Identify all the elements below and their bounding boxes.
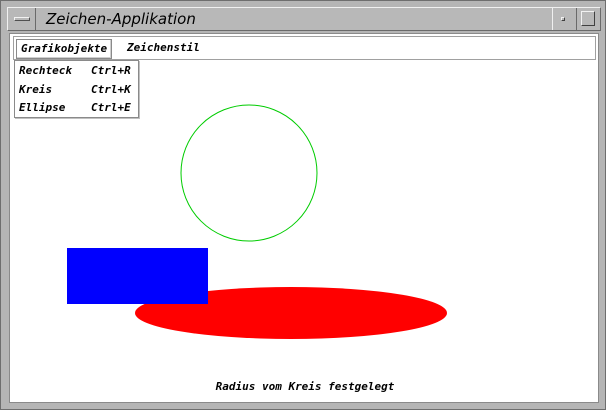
- green-circle: [180, 104, 318, 242]
- window-title: Zeichen-Applikation: [46, 10, 196, 28]
- grafikobjekte-dropdown: Rechteck Ctrl+R Kreis Ctrl+K Ellipse Ctr…: [14, 60, 139, 118]
- title-bar[interactable]: Zeichen-Applikation: [7, 7, 601, 31]
- minimize-icon: [561, 17, 565, 21]
- menu-item-shortcut: Ctrl+R: [91, 64, 131, 77]
- menu-item-ellipse[interactable]: Ellipse Ctrl+E: [15, 99, 138, 117]
- menu-grafikobjekte[interactable]: Grafikobjekte: [16, 39, 113, 59]
- menu-item-shortcut: Ctrl+E: [91, 101, 131, 114]
- minimize-button[interactable]: [552, 8, 574, 30]
- menu-item-label: Rechteck: [19, 64, 72, 77]
- status-text: Radius vom Kreis festgelegt: [215, 380, 395, 393]
- window-menu-button[interactable]: [8, 8, 36, 30]
- maximize-button[interactable]: [576, 8, 600, 30]
- drawing-area[interactable]: Grafikobjekte Zeichenstil Rechteck Ctrl+…: [9, 33, 599, 403]
- menu-item-shortcut: Ctrl+K: [91, 83, 131, 96]
- window-menu-icon: [14, 17, 30, 21]
- maximize-icon: [581, 11, 595, 26]
- menu-zeichenstil[interactable]: Zeichenstil: [123, 39, 204, 57]
- menu-item-label: Kreis: [19, 83, 53, 96]
- menu-item-kreis[interactable]: Kreis Ctrl+K: [15, 81, 138, 99]
- menu-bar: Grafikobjekte Zeichenstil: [13, 36, 596, 60]
- menu-item-rechteck[interactable]: Rechteck Ctrl+R: [15, 62, 138, 80]
- menu-item-label: Ellipse: [19, 101, 66, 114]
- application-window: Zeichen-Applikation Grafikobjekte Zeiche…: [0, 0, 606, 410]
- blue-rectangle: [67, 248, 208, 304]
